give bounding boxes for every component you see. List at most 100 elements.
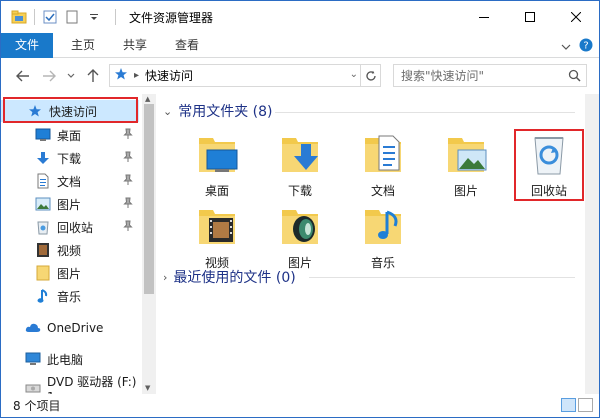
group-header-frequent[interactable]: ⌄ 常用文件夹 (8): [163, 101, 273, 121]
quick-access-separator: [34, 9, 35, 25]
nav-item-quick-access[interactable]: 快速访问: [1, 100, 139, 122]
nav-item-downloads[interactable]: 下载: [1, 147, 143, 169]
nav-item-desktop[interactable]: 桌面: [1, 124, 143, 146]
navigation-pane: 快速访问 桌面 下载 文档 图片 回收站 视频 图片 音乐 OneDrive 此…: [1, 94, 156, 394]
title-separator: [115, 9, 116, 25]
window-controls: [461, 1, 599, 33]
nav-item-label: OneDrive: [47, 321, 104, 335]
breadcrumb-current[interactable]: 快速访问: [145, 67, 193, 84]
ribbon-controls: ?: [561, 38, 593, 55]
back-icon[interactable]: [15, 68, 31, 84]
search-icon[interactable]: [568, 69, 581, 85]
folder-label: 回收站: [530, 184, 567, 198]
nav-item-this-pc[interactable]: 此电脑: [1, 348, 143, 370]
video-folder-icon: [199, 210, 235, 244]
nav-item-videos[interactable]: 视频: [1, 239, 143, 261]
pin-icon[interactable]: [123, 197, 133, 212]
address-dropdown-icon[interactable]: ⌄: [350, 69, 358, 80]
group-title-recent: 最近使用的文件 (0): [173, 270, 296, 286]
recycle-bin-icon: [534, 137, 564, 175]
search-input[interactable]: [394, 65, 564, 86]
group-header-recent[interactable]: › 最近使用的文件 (0): [163, 267, 296, 287]
recycle-bin-icon: [35, 219, 51, 235]
recent-locations-icon[interactable]: [63, 68, 79, 84]
maximize-icon[interactable]: [507, 1, 553, 33]
help-icon[interactable]: ?: [579, 38, 593, 55]
pin-icon[interactable]: [123, 174, 133, 189]
close-icon[interactable]: [553, 1, 599, 33]
nav-item-label: 图片: [57, 197, 82, 212]
video-icon: [35, 242, 51, 258]
address-row: ▸ 快速访问 ⌄: [1, 58, 599, 94]
music-icon: [35, 288, 51, 304]
nav-scrollbar[interactable]: ▲ ▼: [142, 94, 156, 394]
refresh-icon[interactable]: [360, 65, 380, 86]
customize-toolbar-icon[interactable]: [86, 9, 102, 25]
ribbon-tabs: 文件 主页 共享 查看 ?: [1, 33, 599, 58]
nav-item-pictures[interactable]: 图片: [1, 193, 143, 215]
dvd-icon: [25, 380, 41, 394]
cloud-icon: [25, 320, 41, 336]
large-icons-view-icon[interactable]: [578, 398, 593, 412]
document-icon: [35, 173, 51, 189]
folder-tile-recycle-bin[interactable]: 回收站: [509, 126, 589, 206]
nav-item-onedrive[interactable]: OneDrive: [1, 317, 143, 339]
nav-item-recycle-bin[interactable]: 回收站: [1, 216, 143, 238]
folder-tile[interactable]: 图片: [426, 126, 506, 206]
nav-item-label: 文档: [57, 174, 82, 189]
pin-icon[interactable]: [123, 128, 133, 143]
pin-icon[interactable]: [123, 220, 133, 235]
folder-tile[interactable]: 桌面: [177, 126, 257, 206]
explorer-folder-icon[interactable]: [11, 9, 27, 25]
up-icon[interactable]: [85, 68, 101, 84]
nav-item-label: 回收站: [57, 220, 94, 235]
window-title: 文件资源管理器: [129, 10, 214, 25]
svg-text:?: ?: [583, 41, 588, 52]
status-bar: 8 个项目: [1, 394, 599, 417]
content-pane: ⌄ 常用文件夹 (8) 桌面 下载 文档 图片 回收站 视频 图片 音乐 › 最…: [157, 94, 599, 394]
chevron-right-icon: ›: [163, 270, 168, 284]
expand-ribbon-icon[interactable]: [561, 40, 571, 54]
nav-item-pictures-folder[interactable]: 图片: [1, 262, 143, 284]
new-folder-icon[interactable]: [64, 9, 80, 25]
group-divider: [309, 277, 575, 278]
explorer-window: 文件资源管理器 文件 主页 共享 查看 ? ▸ 快速访问 ⌄ 搜索"快速访问" …: [0, 0, 600, 418]
tab-file[interactable]: 文件: [1, 33, 53, 58]
folder-tile[interactable]: 下载: [260, 126, 340, 206]
nav-scroll-thumb[interactable]: [144, 104, 154, 294]
minimize-icon[interactable]: [461, 1, 507, 33]
forward-icon[interactable]: [41, 68, 57, 84]
nav-item-music[interactable]: 音乐: [1, 285, 143, 307]
nav-item-dvd-drive[interactable]: DVD 驱动器 (F:) 1: [1, 375, 143, 394]
address-bar[interactable]: ▸ 快速访问 ⌄: [109, 64, 381, 87]
breadcrumb-chevron-icon[interactable]: ▸: [134, 70, 139, 81]
folder-tile[interactable]: 图片: [260, 198, 340, 278]
folder-label: 图片: [453, 184, 478, 198]
content-scrollbar[interactable]: [585, 94, 599, 394]
scroll-down-icon[interactable]: ▼: [145, 384, 150, 392]
nav-item-label: DVD 驱动器 (F:) 1: [47, 374, 137, 395]
folder-label: 下载: [287, 184, 312, 198]
group-title-frequent: 常用文件夹 (8): [178, 104, 273, 120]
scroll-up-icon[interactable]: ▲: [145, 95, 150, 103]
pin-icon[interactable]: [123, 151, 133, 166]
computer-icon: [25, 351, 41, 367]
nav-item-label: 桌面: [57, 128, 82, 143]
folder-tile[interactable]: 视频: [177, 198, 257, 278]
nav-item-label: 音乐: [57, 289, 82, 304]
pictures-folder-icon: [282, 210, 318, 244]
tab-view[interactable]: 查看: [163, 33, 211, 58]
tab-home[interactable]: 主页: [59, 33, 107, 58]
search-box[interactable]: [393, 64, 587, 87]
folder-label: 音乐: [370, 256, 395, 270]
tab-share[interactable]: 共享: [111, 33, 159, 58]
title-bar: 文件资源管理器: [1, 1, 599, 33]
folder-tile[interactable]: 音乐: [343, 198, 423, 278]
desktop-icon: [35, 127, 51, 143]
properties-icon[interactable]: [42, 9, 58, 25]
details-view-icon[interactable]: [561, 398, 576, 412]
nav-item-label: 下载: [57, 151, 82, 166]
folder-tile[interactable]: 文档: [343, 126, 423, 206]
view-switcher: [561, 398, 593, 412]
nav-item-documents[interactable]: 文档: [1, 170, 143, 192]
